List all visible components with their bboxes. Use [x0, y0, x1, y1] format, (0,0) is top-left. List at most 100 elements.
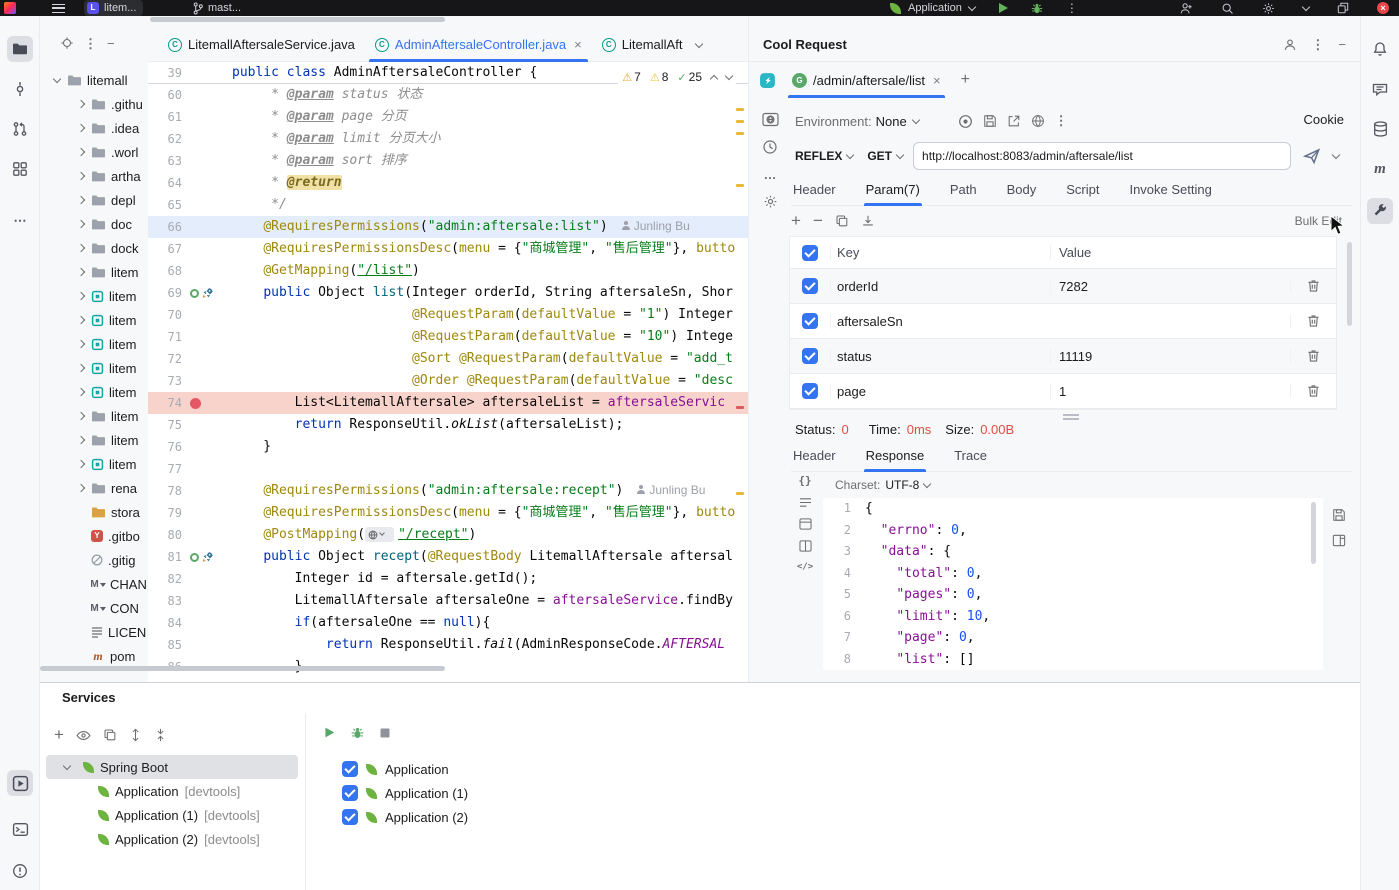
code-line[interactable]: 75 return ResponseUtil.okList(aftersaleL…	[148, 414, 748, 436]
breakpoint-icon[interactable]	[190, 398, 201, 409]
chevron-right-icon[interactable]	[77, 268, 85, 276]
editor-tab[interactable]: CLitemallAft	[592, 28, 720, 61]
code-line[interactable]: 79 @RequiresPermissionsDesc(menu = {"商城管…	[148, 502, 748, 524]
select-all-checkbox[interactable]	[802, 245, 818, 261]
response-tab-trace[interactable]: Trace	[952, 448, 989, 471]
environment-badge-icon[interactable]	[958, 114, 973, 129]
more-icon[interactable]: …	[764, 167, 777, 182]
code-line[interactable]: 77	[148, 458, 748, 480]
request-tab-param-7-[interactable]: Param(7)	[864, 182, 922, 205]
tree-item[interactable]: .gitig	[40, 548, 148, 572]
hidden-tabs-icon[interactable]	[695, 39, 703, 47]
inspections-widget[interactable]: ⚠7 ⚠8 ✓25	[618, 67, 736, 87]
tree-item[interactable]: litem	[40, 404, 148, 428]
chevron-right-icon[interactable]	[77, 196, 85, 204]
param-checkbox[interactable]	[802, 278, 818, 294]
delete-row-icon[interactable]	[1307, 279, 1320, 293]
response-json-viewer[interactable]: 1{2 "errno": 0,3 "data": {4 "total": 0,5…	[823, 498, 1323, 670]
param-value[interactable]: 7282	[1050, 279, 1290, 294]
param-value[interactable]: 1	[1050, 384, 1290, 399]
panel-options-icon[interactable]: ⋮	[1311, 37, 1324, 53]
import-params-icon[interactable]	[861, 214, 875, 228]
tree-item[interactable]: MCON	[40, 596, 148, 620]
cool-request-tool-icon[interactable]	[1367, 198, 1393, 224]
request-tab[interactable]: G /admin/aftersale/list ×	[784, 62, 949, 98]
response-tab-response[interactable]: Response	[864, 448, 927, 471]
service-checkbox[interactable]	[342, 809, 358, 825]
tree-item[interactable]: litem	[40, 380, 148, 404]
chevron-right-icon[interactable]	[77, 316, 85, 324]
chevron-down-icon[interactable]	[911, 116, 919, 124]
code-line[interactable]: 64 * @return	[148, 172, 748, 194]
copy-params-icon[interactable]	[835, 214, 849, 228]
add-service-icon[interactable]: +	[54, 725, 64, 745]
web-icon[interactable]	[1031, 114, 1045, 128]
service-tree-item[interactable]: Application (2)[devtools]	[46, 827, 298, 851]
settings-gear-icon[interactable]	[1262, 2, 1275, 15]
preview-icon[interactable]	[799, 518, 812, 530]
environment-value[interactable]: None	[876, 114, 907, 129]
wrap-lines-icon[interactable]	[799, 497, 812, 508]
cookie-link[interactable]: Cookie	[1304, 112, 1344, 127]
tree-item[interactable]: .idea	[40, 116, 148, 140]
code-line[interactable]: 71 @RequestParam(defaultValue = "10") In…	[148, 326, 748, 348]
stripe-breakpoint-tick[interactable]	[736, 406, 744, 409]
export-icon[interactable]	[1007, 114, 1021, 128]
problems-tool-icon[interactable]	[7, 858, 33, 884]
open-in-window-icon[interactable]	[1332, 534, 1346, 547]
tree-item[interactable]: MCHAN	[40, 572, 148, 596]
tree-item[interactable]: artha	[40, 164, 148, 188]
service-tree-item[interactable]: Application[devtools]	[46, 779, 298, 803]
ai-assistant-icon[interactable]	[1367, 76, 1393, 102]
run-widget[interactable]: Application ⋮	[890, 0, 1078, 16]
more-actions-icon[interactable]: ⋮	[1066, 1, 1078, 15]
param-key[interactable]: status	[830, 349, 1050, 364]
code-line[interactable]: 73 @Order @RequestParam(defaultValue = "…	[148, 370, 748, 392]
save-response-icon[interactable]	[1332, 508, 1346, 522]
code-line[interactable]: 68 @GetMapping("/list")	[148, 260, 748, 282]
chevron-right-icon[interactable]	[77, 148, 85, 156]
cool-request-endpoint-icon[interactable]	[202, 287, 214, 299]
vcs-branch-widget[interactable]: mast...	[192, 0, 241, 16]
service-tree-item[interactable]: Application (1)[devtools]	[46, 803, 298, 827]
service-run-config-row[interactable]: Application	[342, 757, 468, 781]
close-tab-icon[interactable]: ×	[933, 73, 941, 88]
param-row[interactable]: aftersaleSn	[790, 304, 1336, 339]
tree-item[interactable]: .worl	[40, 140, 148, 164]
api-endpoint-icon[interactable]	[190, 289, 199, 298]
code-line[interactable]: 80 @PostMapping("/recept")	[148, 524, 748, 546]
chevron-down-icon[interactable]	[923, 479, 931, 487]
save-icon[interactable]	[983, 114, 997, 128]
code-line[interactable]: 76 }	[148, 436, 748, 458]
code-line[interactable]: 82 Integer id = aftersale.getId();	[148, 568, 748, 590]
code-line[interactable]: 69 public Object list(Integer orderId, S…	[148, 282, 748, 304]
code-line[interactable]: 78 @RequiresPermissions("admin:aftersale…	[148, 480, 748, 502]
param-checkbox[interactable]	[802, 313, 818, 329]
close-tab-icon[interactable]: ×	[574, 37, 582, 52]
hide-panel-icon[interactable]: −	[107, 36, 115, 52]
environment-config-icon[interactable]	[762, 112, 779, 127]
param-row[interactable]: status11119	[790, 339, 1336, 374]
service-checkbox[interactable]	[342, 785, 358, 801]
chevron-right-icon[interactable]	[77, 100, 85, 108]
copy-icon[interactable]	[103, 728, 117, 742]
tree-item[interactable]: litem	[40, 284, 148, 308]
tree-item[interactable]: mpom	[40, 644, 148, 668]
editor-tab[interactable]: CLitemallAftersaleService.java	[158, 28, 365, 61]
code-line[interactable]: 62 * @param limit 分页大小	[148, 128, 748, 150]
structure-tool-icon[interactable]	[7, 156, 33, 182]
request-tab-path[interactable]: Path	[948, 182, 979, 205]
service-tree-item[interactable]: Spring Boot	[46, 755, 298, 779]
stripe-warning-tick[interactable]	[736, 108, 744, 111]
prev-problem-icon[interactable]	[710, 74, 718, 82]
next-problem-icon[interactable]	[725, 71, 733, 79]
chevron-right-icon[interactable]	[77, 412, 85, 420]
cool-request-endpoint-icon[interactable]	[202, 551, 214, 563]
code-line[interactable]: 66 @RequiresPermissions("admin:aftersale…	[148, 216, 748, 238]
new-request-icon[interactable]: +	[961, 71, 970, 89]
code-line[interactable]: 84 if(aftersaleOne == null){	[148, 612, 748, 634]
format-json-icon[interactable]: {}	[798, 474, 811, 487]
param-key[interactable]: aftersaleSn	[830, 314, 1050, 329]
restore-window-icon[interactable]	[1337, 2, 1349, 14]
delete-row-icon[interactable]	[1307, 314, 1320, 328]
